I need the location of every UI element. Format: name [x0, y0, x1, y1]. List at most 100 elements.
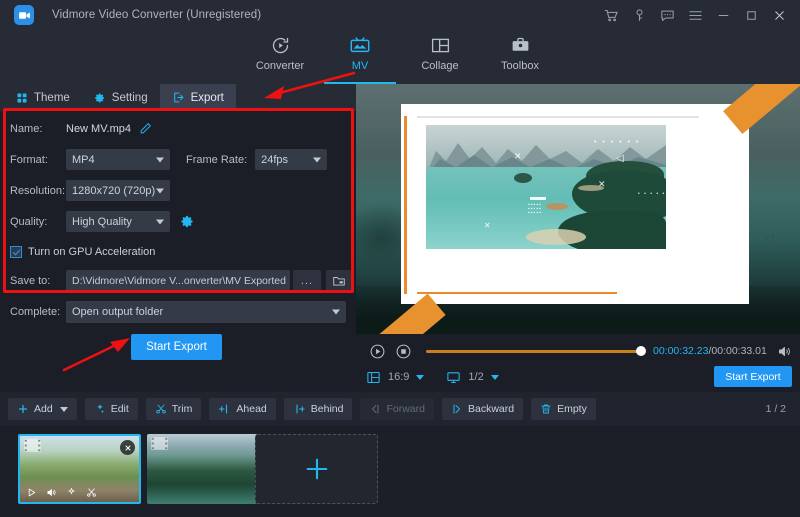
format-label: Format:	[0, 154, 66, 166]
nav-label-toolbox: Toolbox	[501, 60, 539, 72]
open-folder-button[interactable]	[326, 270, 352, 292]
ahead-button[interactable]: Ahead	[209, 398, 275, 420]
maximize-icon[interactable]	[738, 2, 764, 28]
play-circle-icon	[369, 343, 386, 360]
chevron-down-icon[interactable]	[60, 407, 68, 412]
screen-split-control[interactable]: 1/2	[446, 370, 498, 385]
add-clip-tile[interactable]	[255, 434, 378, 504]
behind-button[interactable]: Behind	[284, 398, 353, 420]
empty-button[interactable]: Empty	[531, 398, 596, 420]
quality-settings-gear-icon[interactable]	[180, 214, 195, 229]
scissors-icon[interactable]	[86, 487, 97, 498]
trash-icon	[540, 403, 552, 415]
tab-export[interactable]: Export	[160, 84, 236, 111]
clip-thumbnail-2[interactable]	[147, 434, 270, 504]
key-icon[interactable]	[626, 2, 652, 28]
deco-triangle-icon: ◁	[764, 230, 774, 246]
resolution-value: 1280x720 (720p)	[72, 185, 155, 197]
empty-label: Empty	[557, 403, 587, 415]
minimize-icon[interactable]	[710, 2, 736, 28]
edit-button[interactable]: Edit	[85, 398, 138, 420]
nav-item-collage[interactable]: Collage	[400, 30, 480, 84]
aspect-ratio-control[interactable]: 16:9	[366, 370, 424, 385]
ahead-label: Ahead	[236, 403, 266, 415]
deco-bar	[530, 197, 546, 200]
chevron-down-icon	[156, 188, 164, 193]
move-backward-icon	[451, 403, 463, 415]
feedback-icon[interactable]	[654, 2, 680, 28]
save-to-input[interactable]: D:\Vidmore\Vidmore V...onverter\MV Expor…	[66, 270, 290, 292]
photo-islet-2	[546, 203, 568, 210]
mv-icon	[349, 33, 371, 57]
remove-clip-button[interactable]	[120, 440, 135, 455]
frame-rate-select[interactable]: 24fps	[255, 149, 327, 170]
gpu-checkbox[interactable]	[10, 246, 22, 258]
move-forward-icon	[369, 403, 381, 415]
trim-button[interactable]: Trim	[146, 398, 202, 420]
frame-line-top	[417, 116, 699, 118]
clip-strip	[0, 426, 800, 517]
resolution-select[interactable]: 1280x720 (720p)	[66, 180, 170, 201]
nav-item-mv[interactable]: MV	[320, 30, 400, 84]
magic-wand-icon[interactable]	[66, 487, 77, 498]
player-row-transport: 00:00:32.23/00:00:33.01	[356, 339, 800, 363]
app-logo-icon	[14, 5, 34, 25]
progress-knob[interactable]	[636, 346, 646, 356]
trim-label: Trim	[172, 403, 193, 415]
quality-select[interactable]: High Quality	[66, 211, 170, 232]
tab-theme-label: Theme	[34, 92, 70, 104]
format-select[interactable]: MP4	[66, 149, 170, 170]
menu-icon[interactable]	[682, 2, 708, 28]
volume-button[interactable]	[777, 344, 792, 359]
close-icon[interactable]	[766, 2, 792, 28]
play-button[interactable]	[364, 339, 390, 363]
volume-icon	[777, 344, 792, 359]
nav-label-converter: Converter	[256, 60, 304, 72]
deco-dots-1: • • • • • •	[594, 139, 640, 146]
forward-button: Forward	[360, 398, 434, 420]
name-label: Name:	[0, 123, 66, 135]
time-display: 00:00:32.23/00:00:33.01	[653, 345, 767, 357]
cart-icon[interactable]	[598, 2, 624, 28]
clip-thumbnail-1[interactable]	[18, 434, 141, 504]
app-title: Vidmore Video Converter (Unregistered)	[52, 9, 261, 21]
browse-label: ...	[301, 275, 313, 287]
current-time: 00:00:32.23	[653, 345, 708, 357]
start-export-button-left[interactable]: Start Export	[131, 334, 222, 360]
deco-triangle-small-icon: ◁	[616, 153, 624, 164]
tab-setting[interactable]: Setting	[82, 84, 160, 111]
tab-theme[interactable]: Theme	[0, 84, 82, 111]
play-icon[interactable]	[26, 487, 37, 498]
browse-button[interactable]: ...	[293, 270, 321, 292]
row-resolution: Resolution: 1280x720 (720p)	[0, 177, 356, 204]
gpu-label: Turn on GPU Acceleration	[28, 246, 155, 258]
nav-item-converter[interactable]: Converter	[240, 30, 320, 84]
progress-slider[interactable]	[426, 350, 641, 353]
sub-tabs: Theme Setting Export	[0, 84, 356, 111]
start-export-button-right[interactable]: Start Export	[714, 366, 792, 387]
complete-select[interactable]: Open output folder	[66, 301, 346, 323]
plus-icon	[17, 403, 29, 415]
name-value: New MV.mp4	[66, 123, 131, 135]
player-controls: 00:00:32.23/00:00:33.01 16:9	[356, 334, 800, 392]
pencil-icon[interactable]	[139, 122, 152, 135]
stop-button[interactable]	[390, 339, 416, 363]
clip-hover-controls[interactable]	[20, 482, 139, 502]
chevron-down-icon[interactable]	[416, 375, 424, 380]
export-icon	[172, 91, 185, 104]
volume-icon[interactable]	[46, 487, 57, 498]
start-export-label-left: Start Export	[146, 341, 207, 353]
film-icon	[151, 437, 168, 450]
backward-button[interactable]: Backward	[442, 398, 523, 420]
grid-icon	[16, 92, 28, 104]
screen-split-value: 1/2	[468, 371, 483, 383]
close-icon	[124, 444, 132, 452]
mv-theme-frame: • • • • • • • • • • • ✕ ✕ ✕ ▪▪▪▪▪▪▪▪▪▪▪▪…	[401, 104, 749, 304]
complete-value: Open output folder	[72, 306, 163, 318]
nav-item-toolbox[interactable]: Toolbox	[480, 30, 560, 84]
chevron-down-icon[interactable]	[491, 375, 499, 380]
save-to-value: D:\Vidmore\Vidmore V...onverter\MV Expor…	[72, 275, 286, 287]
add-button[interactable]: Add	[8, 398, 77, 420]
gpu-acceleration-row[interactable]: Turn on GPU Acceleration	[0, 241, 356, 263]
video-preview[interactable]: ◁ • • • • • • • • • • •	[356, 84, 800, 334]
